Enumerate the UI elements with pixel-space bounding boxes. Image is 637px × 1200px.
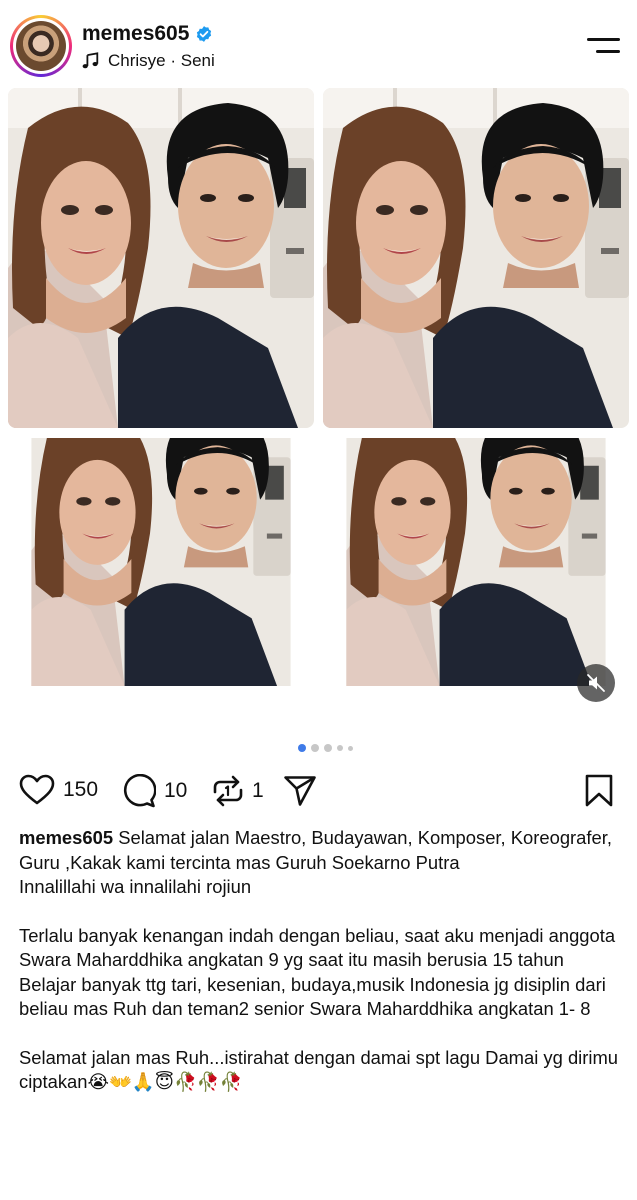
music-label: Chrisye · Seni	[108, 51, 215, 70]
caption-paragraph: Terlalu banyak kenangan indah dengan bel…	[19, 924, 616, 971]
post-username[interactable]: memes605	[82, 22, 189, 46]
send-icon	[284, 776, 316, 806]
post-header: memes605 Chrisye · Seni	[0, 0, 637, 86]
photo-image	[8, 438, 314, 726]
post-photo-1[interactable]	[8, 88, 314, 428]
carousel-dot	[324, 744, 332, 752]
post-caption: memes605 Selamat jalan Maestro, Budayawa…	[19, 826, 624, 1095]
music-note-icon	[82, 52, 99, 69]
repost-button[interactable]: 1	[212, 774, 264, 808]
share-button[interactable]	[283, 774, 317, 808]
carousel-dot	[337, 745, 343, 751]
heart-icon	[19, 774, 55, 805]
photo-image	[8, 88, 314, 428]
bookmark-icon	[585, 774, 613, 807]
caption-paragraph: Innalillahi wa innalilahi rojiun	[19, 876, 252, 897]
save-button[interactable]	[584, 774, 614, 808]
avatar-inner	[13, 18, 69, 74]
carousel-dot	[348, 745, 353, 751]
caption-paragraph: Selamat jalan mas Ruh...istirahat dengan…	[19, 1046, 619, 1093]
repost-count[interactable]: 1	[252, 779, 264, 803]
carousel-dot	[311, 744, 319, 752]
menu-icon[interactable]	[587, 34, 620, 56]
mute-button[interactable]	[577, 664, 615, 702]
like-button[interactable]: 150	[19, 774, 98, 806]
action-bar: 150 10 1	[0, 770, 637, 814]
profile-avatar[interactable]	[10, 15, 72, 77]
music-row[interactable]: Chrisye · Seni	[82, 51, 215, 71]
menu-line-bottom	[596, 50, 620, 53]
comment-button[interactable]: 10	[122, 774, 187, 808]
carousel-dot	[298, 744, 306, 752]
photo-image	[323, 88, 629, 428]
verified-badge-icon	[197, 26, 212, 42]
post-photo-4[interactable]	[323, 438, 629, 726]
comment-icon	[123, 774, 156, 808]
repost-icon	[213, 775, 243, 807]
caption-paragraph: Belajar banyak ttg tari, kesenian, buday…	[19, 973, 606, 1020]
avatar-image	[16, 21, 66, 71]
speaker-muted-icon	[587, 674, 605, 692]
post-username-row[interactable]: memes605	[82, 22, 213, 46]
carousel-indicator	[298, 744, 353, 752]
like-count[interactable]: 150	[63, 778, 98, 802]
post-photo-3[interactable]	[8, 438, 314, 726]
comment-count[interactable]: 10	[164, 779, 187, 803]
post-photo-2[interactable]	[323, 88, 629, 428]
menu-line-top	[587, 38, 620, 41]
caption-paragraph: memes605 Selamat jalan Maestro, Budayawa…	[19, 826, 624, 875]
caption-username[interactable]: memes605	[19, 827, 113, 848]
